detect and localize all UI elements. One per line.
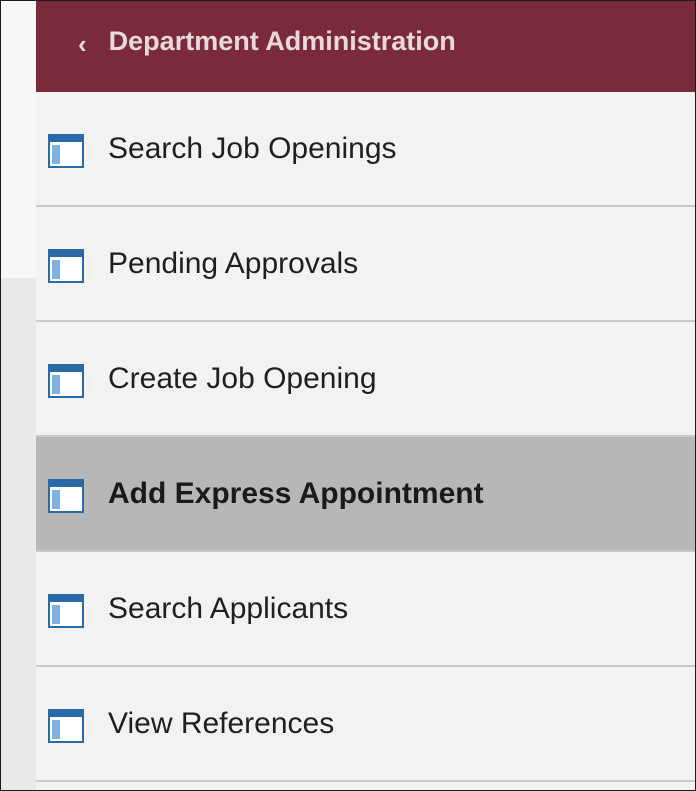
page-icon <box>48 478 84 513</box>
menu-item-search-job-openings[interactable]: Search Job Openings <box>36 92 695 207</box>
page-icon <box>48 708 84 743</box>
menu-item-label: Add Express Appointment <box>108 476 484 510</box>
back-to-department-administration[interactable]: ‹ Department Administration <box>36 1 695 92</box>
chevron-left-icon: ‹ <box>78 28 87 59</box>
menu-item-label: Search Applicants <box>108 591 349 625</box>
menu-item-label: Pending Approvals <box>108 246 359 280</box>
menu-item-view-references[interactable]: View References <box>36 667 695 782</box>
menu-item-create-job-opening[interactable]: Create Job Opening <box>36 322 695 437</box>
page-icon <box>48 133 84 168</box>
page-icon <box>48 593 84 628</box>
menu-item-label: Create Job Opening <box>108 361 377 395</box>
navigation-panel: ‹ Department Administration Search Job O… <box>36 1 695 790</box>
page-icon <box>48 248 84 283</box>
menu-item-label: View References <box>108 706 335 740</box>
left-gutter-shade <box>1 278 36 790</box>
page-icon <box>48 363 84 398</box>
panel-title: Department Administration <box>108 26 456 56</box>
navigation-frame: ‹ Department Administration Search Job O… <box>0 0 696 791</box>
menu-item-pending-approvals[interactable]: Pending Approvals <box>36 207 695 322</box>
menu-item-label: Search Job Openings <box>108 131 397 165</box>
menu-item-add-express-appointment[interactable]: Add Express Appointment <box>36 437 695 552</box>
menu-item-search-applicants[interactable]: Search Applicants <box>36 552 695 667</box>
